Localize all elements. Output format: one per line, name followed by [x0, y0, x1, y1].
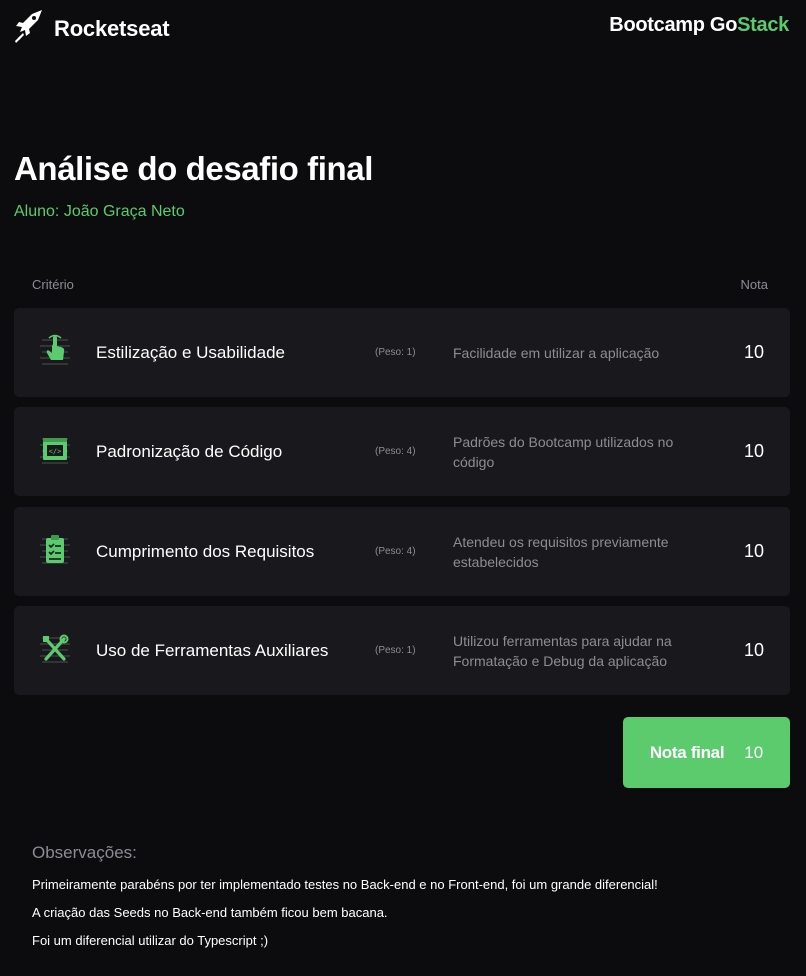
tools-icon [40, 632, 70, 668]
student-name: Aluno: João Graça Neto [14, 203, 185, 220]
logo[interactable]: Rocketseat [14, 8, 170, 49]
brand-name: Rocketseat [54, 15, 170, 41]
criteria-description: Facilidade em utilizar a aplicação [453, 345, 660, 361]
page-title: Análise do desafio final [14, 150, 373, 187]
svg-text:</>: </> [49, 448, 62, 456]
criteria-score: 10 [743, 342, 764, 362]
criteria-description: Padrões do Bootcamp utilizados no código [453, 434, 674, 470]
criteria-name: Uso de Ferramentas Auxiliares [96, 641, 329, 660]
code-window-icon: </> [40, 433, 70, 469]
criteria-score: 10 [743, 640, 764, 660]
header: Rocketseat Bootcamp GoStack [0, 0, 806, 56]
bootcamp-prefix: Bootcamp Go [609, 14, 738, 36]
final-score-value: 10 [744, 742, 764, 762]
final-score-label: Nota final [649, 742, 725, 762]
criteria-name: Padronização de Código [96, 442, 283, 461]
observation-line: Primeiramente parabéns por ter implement… [32, 877, 658, 892]
criteria-row-requirements: Cumprimento dos Requisitos (Peso: 4) Ate… [14, 507, 790, 596]
observation-line: A criação das Seeds no Back-end também f… [32, 905, 388, 920]
observations-title: Observações: [32, 843, 137, 862]
criteria-name: Estilização e Usabilidade [96, 343, 285, 362]
criteria-row-code-standards: </> Padronização de Código (Peso: 4) Pad… [14, 407, 790, 496]
criteria-score: 10 [743, 441, 764, 461]
column-header-nota: Nota [740, 277, 768, 292]
criteria-weight: (Peso: 1) [375, 645, 416, 656]
criteria-weight: (Peso: 4) [375, 546, 416, 557]
criteria-weight: (Peso: 1) [375, 347, 416, 358]
criteria-row-usability: Estilização e Usabilidade (Peso: 1) Faci… [14, 308, 790, 397]
observation-line: Foi um diferencial utilizar do Typescrip… [32, 933, 269, 948]
clipboard-check-icon [40, 533, 70, 569]
pointer-hand-icon [40, 334, 70, 370]
criteria-weight: (Peso: 4) [375, 446, 416, 457]
final-score-box: Nota final 10 [623, 717, 790, 788]
column-header-criterio: Critério [32, 277, 74, 292]
criteria-name: Cumprimento dos Requisitos [96, 542, 315, 561]
criteria-description: Atendeu os requisitos previamente estabe… [453, 534, 669, 570]
criteria-row-tools: Uso de Ferramentas Auxiliares (Peso: 1) … [14, 606, 790, 695]
bootcamp-suffix: Stack [737, 14, 789, 36]
criteria-score: 10 [743, 541, 764, 561]
rocket-icon [14, 8, 46, 49]
criteria-description: Utilizou ferramentas para ajudar na Form… [453, 633, 672, 669]
bootcamp-title: Bootcamp GoStack [609, 14, 789, 37]
